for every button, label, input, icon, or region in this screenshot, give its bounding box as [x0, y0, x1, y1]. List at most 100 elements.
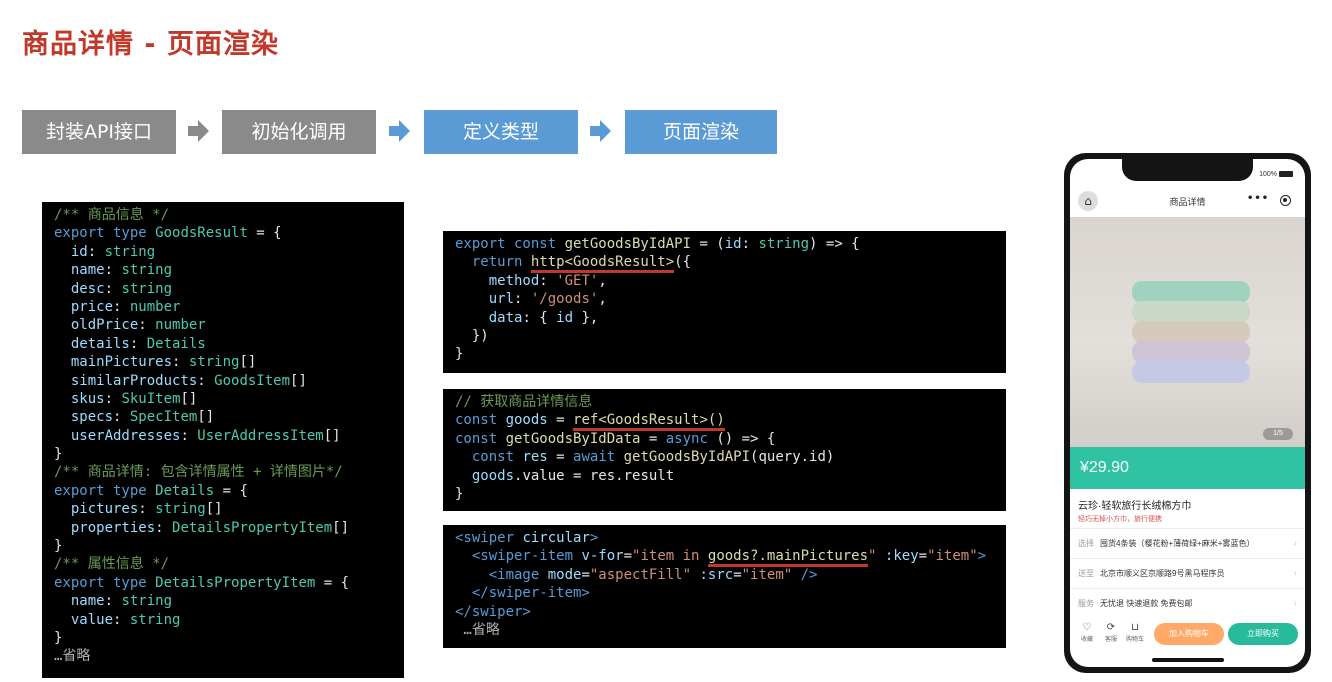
code-token: Details: [155, 482, 215, 499]
code-line: // 获取商品详情信息: [455, 393, 994, 411]
code-token: <swiper-item: [455, 548, 582, 565]
code-line: /** 属性信息 */: [54, 555, 392, 573]
row-select[interactable]: 选择 囤货4条装（樱花粉+薄荷绿+麻米+雾蓝色） ›: [1070, 528, 1305, 558]
code-token: ,: [598, 291, 607, 308]
heart-icon: ♡: [1082, 622, 1092, 633]
code-token: :: [104, 280, 122, 297]
code-token: = {: [315, 574, 350, 591]
more-icon[interactable]: •••: [1247, 193, 1269, 204]
code-token: GoodsItem: [214, 372, 291, 389]
code-token: :: [104, 390, 122, 407]
code-token: :: [180, 427, 198, 444]
product-name: 云珍·轻软旅行长绒棉方巾: [1078, 501, 1192, 512]
code-line: name: string: [54, 592, 392, 610]
code-token: string: [155, 501, 206, 518]
code-token: const: [455, 412, 506, 429]
code-token: :: [514, 291, 531, 308]
code-token: desc: [54, 280, 105, 297]
price-bar: ¥29.90: [1070, 447, 1305, 489]
code-token: (query.id): [750, 449, 835, 466]
code-line: <swiper-item v-for="item in goods?.mainP…: [455, 547, 994, 568]
code-token: skus: [54, 390, 105, 407]
code-token: >: [589, 530, 599, 546]
code-token: () => {: [707, 430, 776, 447]
bottom-bar: ♡ 收藏 ⟳ 客服 ⊔ 购物车 加入购物车 立即购买: [1070, 620, 1305, 650]
code-block-api: export const getGoodsByIdAPI = (id: stri…: [443, 231, 1006, 373]
code-token: = {: [247, 225, 282, 242]
code-token: // 获取商品详情信息: [455, 394, 593, 410]
arrow-right-icon: [188, 118, 210, 144]
code-line: name: string: [54, 261, 392, 279]
code-token: goods?.mainPictures: [707, 548, 869, 568]
nav-bar: ⌂ 商品详情 •••: [1070, 189, 1305, 215]
code-line: }: [54, 537, 392, 555]
code-line: oldPrice: number: [54, 316, 392, 334]
code-token: DetailsPropertyItem: [155, 574, 316, 591]
row-label: 服务: [1078, 599, 1094, 608]
code-token: string: [129, 611, 181, 628]
code-token: SpecItem: [129, 409, 198, 426]
phone-notch: [1122, 159, 1253, 181]
code-token: price: [54, 298, 114, 315]
code-token: =: [918, 548, 928, 565]
code-line: </swiper-item>: [455, 584, 994, 602]
code-token: .value = res.result: [514, 467, 675, 484]
code-token: …省略: [455, 621, 500, 638]
home-indicator: [1152, 658, 1224, 662]
code-token: details: [54, 335, 130, 352]
code-token: =: [581, 566, 590, 583]
capsule-menu[interactable]: •••: [1237, 190, 1299, 212]
code-token: ,: [598, 272, 607, 289]
code-line: </swiper>: [455, 603, 994, 621]
product-image[interactable]: 1/5: [1070, 217, 1305, 447]
code-token: const: [455, 449, 523, 466]
code-token: =: [733, 566, 742, 583]
code-line: data: { id },: [455, 309, 994, 327]
code-line: method: 'GET',: [455, 272, 994, 290]
code-token: method: [455, 272, 540, 289]
row-service[interactable]: 服务 无忧退 快速退款 免费包邮 ›: [1070, 588, 1305, 618]
favorite-button[interactable]: ♡ 收藏: [1076, 622, 1098, 646]
row-deliver[interactable]: 送至 北京市顺义区京顺路9号黑马程序员 ›: [1070, 558, 1305, 588]
service-icon: ⟳: [1106, 622, 1116, 633]
code-token: id: [54, 243, 88, 260]
code-token: }: [455, 346, 464, 363]
code-token: v-for: [581, 548, 624, 565]
code-token: : {: [522, 309, 557, 326]
code-token: properties: [54, 519, 156, 536]
code-token: :: [138, 317, 156, 334]
code-token: id: [724, 236, 742, 252]
chevron-right-icon: ›: [1293, 538, 1297, 549]
code-token: >: [977, 548, 987, 565]
code-token: export type: [54, 574, 156, 591]
code-token: }: [54, 629, 63, 646]
add-to-cart-button[interactable]: 加入购物车: [1154, 623, 1224, 645]
code-token: []: [290, 372, 307, 389]
code-line: <swiper circular>: [455, 529, 994, 547]
code-line: return http<GoodsResult>({: [455, 253, 994, 274]
row-label: 送至: [1078, 569, 1094, 578]
code-line: const getGoodsByIdData = async () => {: [455, 430, 994, 448]
buy-now-button[interactable]: 立即购买: [1228, 623, 1298, 645]
cart-button[interactable]: ⊔ 购物车: [1124, 622, 1146, 646]
code-line: const goods = ref<GoodsResult>(): [455, 411, 994, 432]
code-token: oldPrice: [54, 317, 139, 334]
code-token: :src: [691, 566, 734, 583]
code-token: GoodsResult: [155, 225, 248, 242]
row-value: 无忧退 快速退款 免费包邮: [1100, 599, 1193, 608]
close-target-icon[interactable]: [1280, 195, 1291, 206]
code-token: []: [197, 409, 215, 426]
arrow-right-icon: [389, 118, 411, 144]
battery-status: 100%: [1259, 171, 1293, 178]
code-token: value: [54, 611, 114, 628]
row-value: 囤货4条装（樱花粉+薄荷绿+麻米+雾蓝色）: [1100, 539, 1255, 548]
service-button[interactable]: ⟳ 客服: [1100, 622, 1122, 646]
code-token: pictures: [54, 501, 139, 518]
towel-stack-image: [1132, 321, 1250, 343]
code-token: string: [104, 243, 156, 260]
code-token: = (: [691, 236, 725, 252]
code-token: const: [455, 430, 506, 447]
code-line: export type DetailsPropertyItem = {: [54, 574, 392, 592]
phone-mockup: 100% ⌂ 商品详情 ••• 1/5 ¥29.90 云珍·轻软旅行长绒棉方巾 …: [1064, 153, 1311, 673]
code-token: circular: [522, 530, 590, 546]
